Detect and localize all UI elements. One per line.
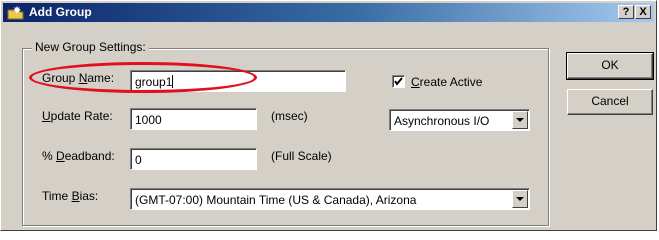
- add-group-icon: [7, 6, 24, 20]
- create-active-checkbox[interactable]: [392, 75, 405, 88]
- time-bias-label-post: ias:: [79, 189, 99, 203]
- deadband-label: % Deadband:: [42, 149, 115, 163]
- chevron-down-icon[interactable]: [512, 190, 528, 208]
- group-name-value: group1: [135, 75, 173, 89]
- time-bias-value: (GMT-07:00) Mountain Time (US & Canada),…: [135, 193, 417, 207]
- time-bias-label-accel: B: [71, 189, 80, 203]
- io-mode-select[interactable]: Asynchronous I/O: [389, 109, 530, 131]
- window-title: Add Group: [29, 5, 92, 19]
- create-active-label-accel: C: [411, 75, 420, 89]
- help-button[interactable]: ?: [618, 5, 634, 19]
- deadband-value: 0: [135, 153, 142, 167]
- update-rate-label: Update Rate:: [42, 109, 113, 123]
- io-mode-value: Asynchronous I/O: [394, 114, 490, 128]
- group-name-label-post: ame:: [87, 71, 115, 85]
- time-bias-select[interactable]: (GMT-07:00) Mountain Time (US & Canada),…: [130, 188, 530, 210]
- group-name-label: Group Name:: [42, 71, 114, 85]
- update-rate-input[interactable]: 1000: [130, 108, 257, 130]
- deadband-input[interactable]: 0: [130, 148, 257, 170]
- checkmark-icon: [394, 77, 403, 86]
- deadband-unit: (Full Scale): [271, 149, 332, 163]
- chevron-down-icon[interactable]: [512, 111, 528, 129]
- update-rate-label-post: pdate Rate:: [50, 109, 113, 123]
- close-button[interactable]: X: [635, 5, 651, 19]
- deadband-label-accel: D: [56, 149, 65, 163]
- ok-button[interactable]: OK: [566, 52, 654, 80]
- deadband-label-pre: %: [42, 149, 57, 163]
- group-name-input[interactable]: group1: [130, 70, 346, 92]
- group-name-label-pre: Group: [42, 71, 79, 85]
- group-box-legend: New Group Settings:: [32, 40, 149, 54]
- text-caret: [172, 75, 174, 88]
- deadband-label-post: eadband:: [64, 149, 115, 163]
- cancel-button[interactable]: Cancel: [567, 89, 653, 115]
- add-group-dialog: Add Group ? X New Group Settings: Group …: [0, 0, 657, 231]
- title-bar: Add Group ? X: [3, 3, 654, 22]
- create-active-label-post: reate Active: [419, 75, 483, 89]
- time-bias-label: Time Bias:: [42, 189, 98, 203]
- update-rate-unit: (msec): [271, 109, 308, 123]
- create-active-label[interactable]: Create Active: [411, 75, 482, 89]
- update-rate-value: 1000: [135, 113, 162, 127]
- update-rate-label-accel: U: [42, 109, 51, 123]
- time-bias-label-pre: Time: [42, 189, 72, 203]
